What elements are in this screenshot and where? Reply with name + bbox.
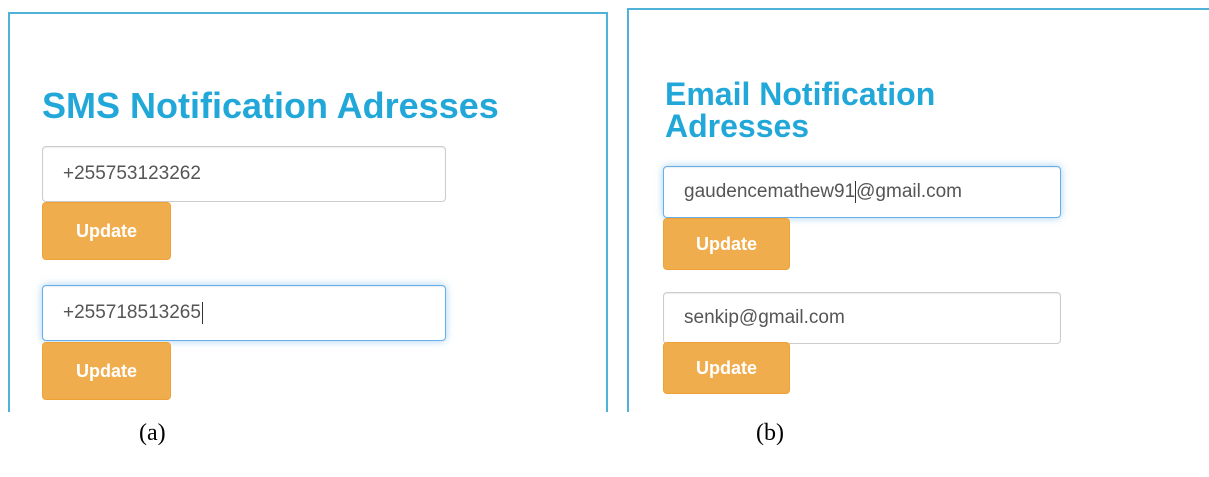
email-update-button-1[interactable]: Update	[663, 218, 790, 270]
sms-update-button-2[interactable]: Update	[42, 342, 171, 400]
email-notification-panel: Email Notification Adresses gaudencemath…	[627, 8, 1209, 412]
email-address-value-2: senkip@gmail.com	[684, 307, 845, 328]
email-address-field-1[interactable]: gaudencemathew91 @gmail.com	[663, 166, 1061, 218]
sms-address-value-1: +255753123262	[63, 163, 201, 184]
email-address-value-1-after-caret: @gmail.com	[856, 181, 963, 202]
email-update-button-2[interactable]: Update	[663, 342, 790, 394]
text-cursor	[201, 302, 203, 324]
sms-address-value-2: +255718513265	[63, 302, 201, 323]
sms-address-field-1[interactable]: +255753123262	[42, 146, 446, 202]
sms-notification-panel: SMS Notification Adresses +255753123262 …	[8, 12, 608, 412]
sms-panel-title: SMS Notification Adresses	[42, 85, 499, 126]
email-panel-title: Email Notification Adresses	[665, 76, 936, 144]
sms-update-button-1[interactable]: Update	[42, 202, 171, 260]
caption-a: (a)	[139, 420, 166, 446]
email-address-field-2[interactable]: senkip@gmail.com	[663, 292, 1061, 344]
caption-b: (b)	[756, 420, 784, 446]
sms-address-field-2[interactable]: +255718513265	[42, 285, 446, 341]
email-address-value-1-before-caret: gaudencemathew91	[684, 181, 856, 202]
